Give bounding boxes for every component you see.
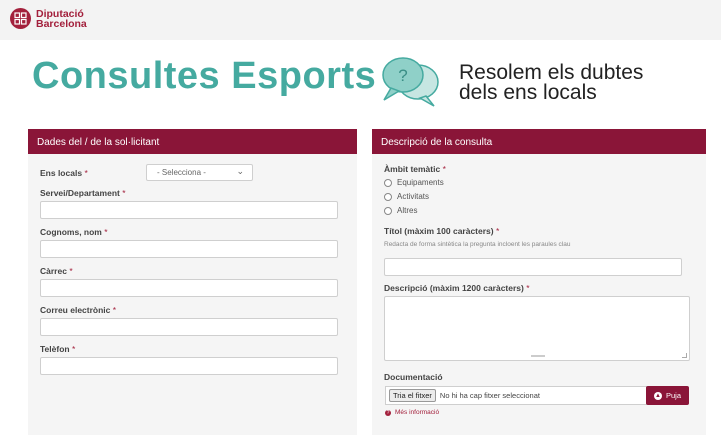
- chevron-down-icon: ⌄: [236, 166, 244, 176]
- textarea-scrollbar[interactable]: [531, 355, 545, 357]
- carrec-input[interactable]: [40, 279, 338, 297]
- resize-handle-icon[interactable]: [682, 353, 687, 358]
- descripcio-label: Descripció (màxim 1200 caràcters) *: [384, 283, 530, 293]
- telefon-input[interactable]: [40, 357, 338, 375]
- cognoms-label: Cognoms, nom *: [40, 227, 108, 237]
- top-bar: Diputació Barcelona: [0, 0, 721, 40]
- tagline-line-2: dels ens locals: [459, 81, 597, 104]
- upload-icon: ▲: [653, 391, 662, 400]
- ambit-label: Àmbit temàtic *: [384, 164, 446, 174]
- brand-line-2: Barcelona: [36, 17, 87, 30]
- cognoms-input[interactable]: [40, 240, 338, 258]
- radio-circle[interactable]: [384, 192, 392, 201]
- radio-circle[interactable]: [384, 206, 392, 215]
- query-description-panel: Descripció de la consulta Àmbit temàtic …: [372, 129, 706, 435]
- documentacio-label: Documentació: [384, 372, 443, 382]
- choose-file-button[interactable]: Tria el fitxer: [389, 389, 436, 402]
- tagline: Resolem els dubtes dels ens locals: [459, 61, 644, 104]
- ens-locals-label: Ens locals *: [40, 168, 88, 178]
- carrec-label: Càrrec *: [40, 266, 73, 276]
- servei-label: Servei/Departament *: [40, 188, 126, 198]
- radio-circle[interactable]: [384, 178, 392, 187]
- servei-input[interactable]: [40, 201, 338, 219]
- query-panel-header: Descripció de la consulta: [372, 129, 706, 154]
- brand-name: Diputació Barcelona: [36, 7, 87, 30]
- chat-question-icon: ?: [376, 52, 442, 115]
- file-input[interactable]: Tria el fitxer No hi ha cap fitxer selec…: [385, 386, 647, 405]
- titol-label: Títol (màxim 100 caràcters) *: [384, 226, 500, 236]
- file-status: No hi ha cap fitxer seleccionat: [439, 391, 540, 400]
- info-icon: ?: [385, 409, 391, 416]
- diputacio-emblem-icon: [10, 8, 31, 29]
- page-title: Consultes Esports: [32, 55, 377, 97]
- telefon-label: Telèfon *: [40, 344, 76, 354]
- diputacio-logo[interactable]: Diputació Barcelona: [10, 8, 87, 29]
- tagline-line-1: Resolem els dubtes: [459, 61, 644, 84]
- correu-label: Correu electrònic *: [40, 305, 117, 315]
- svg-text:?: ?: [398, 66, 407, 85]
- brand-line-1: Diputació: [36, 7, 84, 20]
- titol-hint: Redacta de forma sintètica la pregunta i…: [384, 241, 571, 248]
- ens-locals-select[interactable]: - Selecciona - ⌄: [146, 164, 253, 181]
- radio-altres[interactable]: Altres: [384, 206, 417, 215]
- radio-activitats[interactable]: Activitats: [384, 192, 429, 201]
- descripcio-textarea[interactable]: [384, 296, 690, 361]
- titol-input[interactable]: [384, 258, 682, 276]
- correu-input[interactable]: [40, 318, 338, 336]
- requester-panel-header: Dades del / de la sol·licitant: [28, 129, 357, 154]
- requester-form-panel: Dades del / de la sol·licitant Ens local…: [28, 129, 357, 435]
- radio-equipaments[interactable]: Equipaments: [384, 178, 444, 187]
- upload-button[interactable]: ▲ Puja: [646, 386, 689, 405]
- more-info-link[interactable]: ? Més informació: [385, 409, 439, 416]
